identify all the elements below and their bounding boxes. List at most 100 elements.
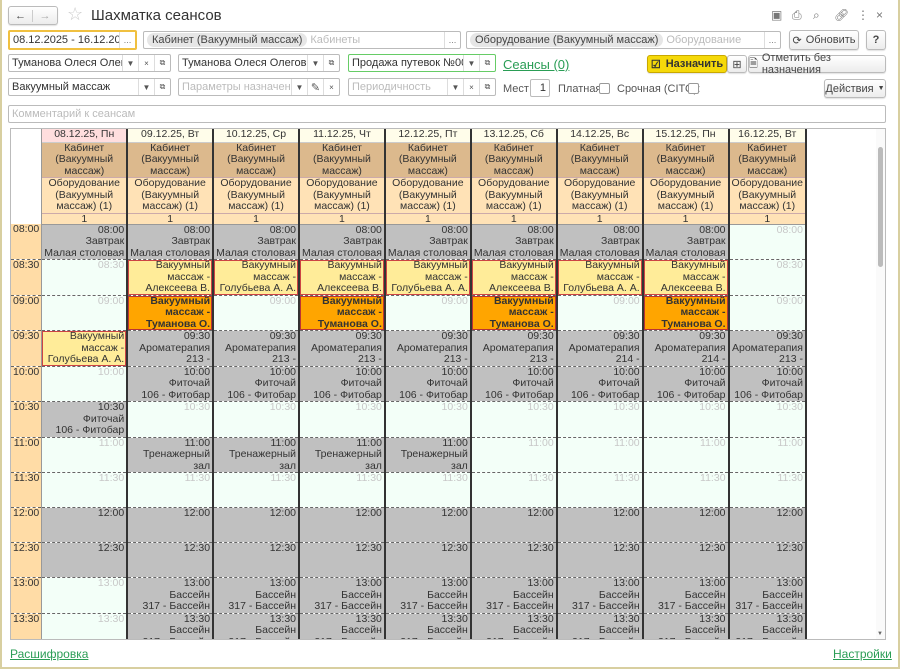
scrollbar-thumb[interactable] xyxy=(878,147,883,267)
slot-cell[interactable]: 08:00 Завтрак Малая столовая xyxy=(384,224,472,260)
equipment-select-button[interactable]: … xyxy=(764,32,780,48)
slot-cell[interactable]: 13:30Бассейн317 - Бассейн xyxy=(642,613,730,639)
cabinets-field[interactable]: Кабинет (Вакуумный массаж) Кабинеты … xyxy=(143,31,461,49)
slot-cell[interactable]: 10:00 Фиточай 106 - Фитобар xyxy=(556,366,644,402)
slot-cell[interactable]: 08:30 xyxy=(728,259,807,296)
day-header[interactable]: 12.12.25, Пт xyxy=(384,129,472,143)
client-open[interactable]: ⧉ xyxy=(323,55,339,71)
slot-cell[interactable]: 08:00 Завтрак Малая столовая xyxy=(41,224,129,260)
slot-cell[interactable]: 08:30 xyxy=(41,259,129,296)
places-input[interactable]: 1 xyxy=(530,79,550,97)
slot-cell[interactable]: 13:00 Бассейн 317 - Бассейн xyxy=(470,577,558,614)
urgent-checkbox[interactable] xyxy=(688,83,699,94)
slot-cell[interactable]: Вакуумный массаж - Алексеева В. xyxy=(127,259,215,296)
slot-cell[interactable]: 08:00 Завтрак Малая столовая xyxy=(127,224,215,260)
slot-cell[interactable]: 11:30 xyxy=(556,472,644,508)
slot-cell[interactable]: Вакуумный массаж - Голубьева А. А. xyxy=(213,259,300,296)
slot-cell[interactable]: 09:30 Ароматерапия 214 - xyxy=(642,330,730,367)
periodicity-clear[interactable]: × xyxy=(463,79,479,95)
slot-cell[interactable]: 13:30Бассейн317 - Бассейн xyxy=(299,613,386,639)
day-header[interactable]: 11.12.25, Чт xyxy=(299,129,386,143)
slot-cell[interactable]: 08:00 Завтрак Малая столовая xyxy=(556,224,644,260)
slot-cell[interactable]: 12:00 xyxy=(556,507,644,543)
slot-cell[interactable]: 10:30 xyxy=(213,401,300,438)
slot-cell[interactable]: 10:00 Фиточай 106 - Фитобар xyxy=(728,366,807,402)
document-field[interactable]: Продажа путевок №000037 ▼ ⧉ xyxy=(348,54,496,72)
schedule-grid[interactable]: 08.12.25, Пн 09.12.25, Вт 10.12.25, Ср 11.1… xyxy=(10,128,886,640)
slot-cell[interactable]: 10:00 Фиточай 106 - Фитобар xyxy=(127,366,215,402)
slot-cell[interactable]: Вакуумный массаж - Алексеева В. xyxy=(642,259,730,296)
back-button[interactable]: ← xyxy=(9,9,34,22)
comment-field[interactable]: Комментарий к сеансам xyxy=(8,105,886,123)
slot-cell[interactable]: 10:30 Фиточай 106 - Фитобар xyxy=(41,401,129,438)
slot-cell[interactable]: 13:00 Бассейн 317 - Бассейн xyxy=(384,577,472,614)
period-field[interactable]: 08.12.2025 - 16.12.2025 … xyxy=(8,30,137,50)
specialist-dropdown[interactable]: ▼ xyxy=(122,55,138,71)
client-dropdown[interactable]: ▼ xyxy=(307,55,323,71)
slot-cell[interactable]: 10:30 xyxy=(642,401,730,438)
slot-cell[interactable]: 10:00 xyxy=(41,366,129,402)
slot-cell[interactable]: 11:00 Тренажерный зал xyxy=(213,437,300,473)
slot-cell[interactable]: 13:30Бассейн317 - Бассейн xyxy=(728,613,807,639)
slot-cell[interactable]: 09:30 Ароматерапия 214 - xyxy=(556,330,644,367)
slot-cell[interactable]: 13:00 xyxy=(41,577,129,614)
slot-cell[interactable]: 09:30 Ароматерапия 213 - xyxy=(728,330,807,367)
slot-cell[interactable]: 09:30 Ароматерапия 213 - xyxy=(470,330,558,367)
slot-cell[interactable]: 12:00 xyxy=(642,507,730,543)
equipment-chip[interactable]: Оборудование (Вакуумный массаж) xyxy=(470,33,664,47)
cabinets-select-button[interactable]: … xyxy=(444,32,460,48)
slot-cell[interactable]: 09:00 xyxy=(384,295,472,331)
slot-cell[interactable]: 11:30 xyxy=(728,472,807,508)
slot-cell[interactable]: 09:00 xyxy=(213,295,300,331)
day-header[interactable]: 16.12.25, Вт xyxy=(728,129,807,143)
sessions-link[interactable]: Сеансы (0) xyxy=(503,57,569,72)
slot-cell[interactable]: 09:00 xyxy=(41,295,129,331)
slot-cell[interactable]: 13:00 Бассейн 317 - Бассейн xyxy=(728,577,807,614)
slot-cell[interactable]: 12:00 xyxy=(127,507,215,543)
mark-without-assign-button[interactable]: 🗎︎ Отметить без назначения xyxy=(748,52,886,76)
slot-cell[interactable]: 10:00 Фиточай 106 - Фитобар xyxy=(213,366,300,402)
actions-button[interactable]: Действия ▼ xyxy=(824,79,886,98)
slot-cell[interactable]: 09:30 Ароматерапия 213 - xyxy=(299,330,386,367)
slot-cell[interactable]: 13:30Бассейн317 - Бассейн xyxy=(213,613,300,639)
slot-cell[interactable]: 11:00 xyxy=(728,437,807,473)
preview-icon[interactable]: ⌕ xyxy=(813,8,820,23)
slot-cell[interactable]: 10:30 xyxy=(384,401,472,438)
slot-cell[interactable]: Вакуумный массаж - Туманова О. xyxy=(299,295,386,331)
document-open[interactable]: ⧉ xyxy=(479,55,495,71)
slot-cell[interactable]: 10:30 xyxy=(127,401,215,438)
periodicity-dropdown[interactable]: ▼ xyxy=(447,79,463,95)
scroll-down-icon[interactable]: ▼ xyxy=(877,631,883,637)
add-clipboard-button[interactable]: ⊞ xyxy=(727,55,747,73)
slot-cell[interactable]: 12:00 xyxy=(384,507,472,543)
cabinet-chip[interactable]: Кабинет (Вакуумный массаж) xyxy=(147,33,308,47)
slot-cell[interactable]: 12:00 xyxy=(470,507,558,543)
slot-cell[interactable]: 12:30 xyxy=(728,542,807,578)
slot-cell[interactable]: 13:30Бассейн317 - Бассейн xyxy=(384,613,472,639)
service-field[interactable]: Вакуумный массаж ▼ ⧉ xyxy=(8,78,171,96)
slot-cell[interactable]: 09:30 Ароматерапия 213 - xyxy=(127,330,215,367)
periodicity-open[interactable]: ⧉ xyxy=(479,79,495,95)
forward-button[interactable]: → xyxy=(33,10,57,22)
pencil-icon[interactable]: ✎ xyxy=(307,79,323,95)
slot-cell[interactable]: 13:00 Бассейн 317 - Бассейн xyxy=(642,577,730,614)
slot-cell[interactable]: 11:30 xyxy=(41,472,129,508)
slot-cell[interactable]: 08:00 Завтрак Малая столовая xyxy=(213,224,300,260)
slot-cell[interactable]: 12:30 xyxy=(213,542,300,578)
params-field[interactable]: Параметры назначения ▼ ✎ × xyxy=(178,78,340,96)
slot-cell[interactable]: 12:30 xyxy=(384,542,472,578)
slot-cell[interactable]: 11:00 xyxy=(642,437,730,473)
service-open[interactable]: ⧉ xyxy=(154,79,170,95)
more-icon[interactable]: ⋮ xyxy=(857,8,869,22)
slot-cell[interactable]: 10:30 xyxy=(470,401,558,438)
slot-cell[interactable]: 10:00 Фиточай 106 - Фитобар xyxy=(642,366,730,402)
close-icon[interactable]: × xyxy=(876,8,883,22)
slot-cell[interactable]: 12:30 xyxy=(127,542,215,578)
slot-cell[interactable]: 10:30 xyxy=(299,401,386,438)
document-dropdown[interactable]: ▼ xyxy=(463,55,479,71)
slot-cell[interactable]: 10:30 xyxy=(556,401,644,438)
params-dropdown[interactable]: ▼ xyxy=(291,79,307,95)
vertical-scrollbar[interactable]: ▼ xyxy=(876,129,885,639)
slot-cell[interactable]: Вакуумный массаж - Голубьева А. А. xyxy=(384,259,472,296)
day-header[interactable]: 09.12.25, Вт xyxy=(127,129,215,143)
